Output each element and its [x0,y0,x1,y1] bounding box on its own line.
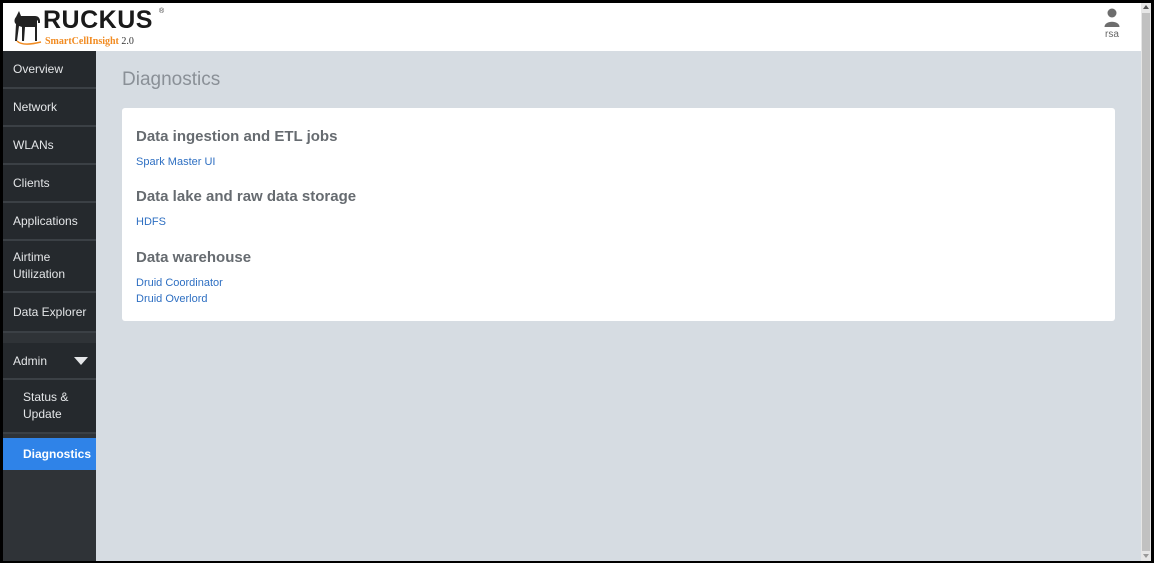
sidebar-item-admin[interactable]: Admin [3,343,96,380]
sidebar-item-label: Data Explorer [13,305,87,319]
link-spark-master-ui[interactable]: Spark Master UI [136,156,215,168]
user-avatar-icon [1104,8,1120,27]
product-title: SmartCellInsight [45,36,119,47]
sidebar-item-label: Status & Update [23,390,69,421]
sidebar-item-applications[interactable]: Applications [3,203,96,241]
section-heading-etl: Data ingestion and ETL jobs [136,128,338,145]
section-heading-data-lake: Data lake and raw data storage [136,188,357,205]
dog-logo-icon [14,11,42,45]
sidebar-item-label: WLANs [13,138,54,152]
link-druid-coordinator[interactable]: Druid Coordinator [136,277,223,289]
sidebar-item-network[interactable]: Network [3,89,96,127]
brand-name: RUCKUS [43,6,153,34]
app-window: RUCKUS ® SmartCellInsight 2.0 rsa Overvi… [3,3,1141,561]
sidebar-item-label: Clients [13,176,50,190]
sidebar-item-label: Airtime Utilization [13,250,66,281]
product-name: SmartCellInsight 2.0 [45,36,134,47]
scroll-down-arrow-icon[interactable] [1143,554,1149,558]
sidebar-item-label: Overview [13,62,64,76]
sidebar-item-diagnostics[interactable]: Diagnostics [3,438,96,470]
header-bar: RUCKUS ® SmartCellInsight 2.0 rsa [3,3,1141,51]
page-title: Diagnostics [122,69,221,90]
sidebar-item-label: Applications [13,214,78,228]
sidebar-item-airtime-utilization[interactable]: Airtime Utilization [3,241,96,293]
sidebar-item-label: Diagnostics [23,447,92,461]
username-label: rsa [1105,29,1119,40]
caret-down-icon [74,357,88,365]
diagnostics-card: Data ingestion and ETL jobs Spark Master… [122,108,1115,321]
sidebar-item-label: Admin [13,353,48,368]
link-hdfs[interactable]: HDFS [136,216,166,228]
product-version: 2.0 [121,36,134,47]
link-druid-overlord[interactable]: Druid Overlord [136,293,208,305]
sidebar-item-wlans[interactable]: WLANs [3,127,96,165]
vertical-scrollbar[interactable] [1141,3,1151,561]
ruckus-logo[interactable]: RUCKUS ® SmartCellInsight 2.0 [11,6,171,48]
brand-registered-mark: ® [159,8,165,15]
sidebar-item-overview[interactable]: Overview [3,51,96,89]
sidebar-item-clients[interactable]: Clients [3,165,96,203]
sidebar-item-status-update[interactable]: Status & Update [3,380,96,434]
sidebar-item-data-explorer[interactable]: Data Explorer [3,293,96,333]
user-menu[interactable]: rsa [1101,5,1123,45]
scroll-up-arrow-icon[interactable] [1143,5,1149,9]
sidebar-item-label: Network [13,100,58,114]
sidebar-nav: Overview Network WLANs Clients Applicati… [3,51,96,561]
section-heading-data-warehouse: Data warehouse [136,249,252,266]
scrollbar-thumb[interactable] [1142,13,1150,551]
